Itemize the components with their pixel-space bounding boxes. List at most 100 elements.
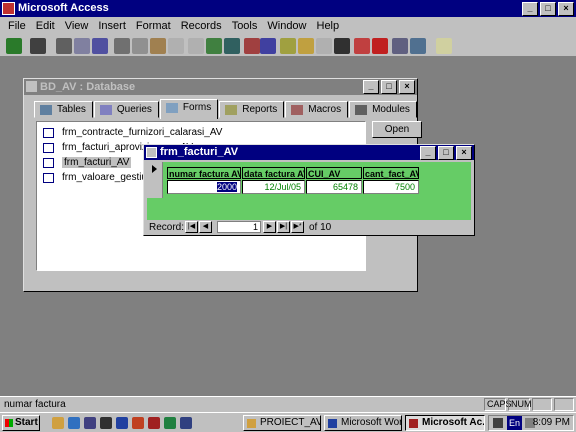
apply-filter-icon[interactable] xyxy=(316,38,332,54)
menu-records[interactable]: Records xyxy=(181,20,222,32)
tab-label: Reports xyxy=(242,104,278,115)
help-icon[interactable] xyxy=(436,38,452,54)
record-selector[interactable] xyxy=(147,162,163,198)
format-painter-icon[interactable] xyxy=(168,38,184,54)
properties-icon[interactable] xyxy=(392,38,408,54)
menu-bar: File Edit View Insert Format Records Too… xyxy=(0,17,576,35)
outlook-icon[interactable] xyxy=(84,417,96,429)
tab-reports[interactable]: Reports xyxy=(219,101,285,118)
data-factura-field[interactable]: 12/Jul/05 xyxy=(242,180,305,194)
close-button[interactable]: × xyxy=(558,2,574,16)
record-navigator: Record: |◀ ◀ 1 ▶ ▶| ▶* of 10 xyxy=(147,221,471,234)
explorer-icon[interactable] xyxy=(52,417,64,429)
language-indicator[interactable]: En xyxy=(507,416,523,430)
internet-explorer-icon[interactable] xyxy=(68,417,80,429)
numar-factura-field[interactable]: 2000 xyxy=(167,180,241,194)
print-icon[interactable] xyxy=(56,38,72,54)
tab-forms[interactable]: Forms xyxy=(159,99,219,119)
tab-tables[interactable]: Tables xyxy=(34,101,93,118)
cut-icon[interactable] xyxy=(114,38,130,54)
filter-by-selection-icon[interactable] xyxy=(280,38,296,54)
clock[interactable]: 8:09 PM xyxy=(533,416,570,430)
database-window-titlebar[interactable]: BD_AV : Database _ □ × xyxy=(24,79,417,95)
form-icon xyxy=(43,158,54,168)
db-minimize-button[interactable]: _ xyxy=(363,80,379,94)
db-maximize-button[interactable]: □ xyxy=(381,80,397,94)
maximize-button[interactable]: □ xyxy=(540,2,556,16)
minimize-button[interactable]: _ xyxy=(522,2,538,16)
task-word[interactable]: Microsoft Word ... xyxy=(324,415,402,431)
insert-hyperlink-icon[interactable] xyxy=(224,38,240,54)
tab-modules[interactable]: Modules xyxy=(349,101,417,118)
status-panel xyxy=(554,398,574,411)
database-window-title: BD_AV : Database xyxy=(40,81,136,93)
app-titlebar: Microsoft Access _ □ × xyxy=(0,0,576,17)
netmeeting-icon[interactable] xyxy=(180,417,192,429)
form-close-button[interactable]: × xyxy=(456,146,472,160)
delete-record-icon[interactable] xyxy=(372,38,388,54)
menu-help[interactable]: Help xyxy=(317,20,340,32)
task-label: Microsoft Ac... xyxy=(422,417,485,428)
new-record-icon[interactable] xyxy=(354,38,370,54)
task-proiect-av[interactable]: PROIECT_AV xyxy=(243,415,321,431)
table-icon xyxy=(40,105,52,115)
print-preview-icon[interactable] xyxy=(74,38,90,54)
menu-file[interactable]: File xyxy=(8,20,26,32)
spelling-icon[interactable] xyxy=(92,38,108,54)
sort-descending-icon[interactable] xyxy=(260,38,276,54)
undo-icon[interactable] xyxy=(188,38,204,54)
menu-edit[interactable]: Edit xyxy=(36,20,55,32)
copy-icon[interactable] xyxy=(132,38,148,54)
word-icon[interactable] xyxy=(116,417,128,429)
menu-tools[interactable]: Tools xyxy=(232,20,258,32)
next-record-button[interactable]: ▶ xyxy=(263,221,276,233)
tab-macros[interactable]: Macros xyxy=(285,101,349,118)
excel-icon[interactable] xyxy=(164,417,176,429)
menu-view[interactable]: View xyxy=(65,20,89,32)
open-button[interactable]: Open xyxy=(372,121,422,138)
new-record-nav-button[interactable]: ▶* xyxy=(291,221,304,233)
cant-fact-field[interactable]: 7500 xyxy=(363,180,419,194)
cell-value: 2000 xyxy=(216,182,237,192)
form-icon xyxy=(146,147,157,158)
tab-queries[interactable]: Queries xyxy=(93,101,159,118)
module-icon xyxy=(355,105,368,115)
form-window: frm_facturi_AV _ □ × numar factura AV da… xyxy=(143,144,475,236)
start-button[interactable]: Start xyxy=(2,415,40,431)
num-indicator: NUM xyxy=(508,398,532,411)
system-tray: En 8:09 PM xyxy=(488,415,574,431)
desktop-icon[interactable] xyxy=(100,417,112,429)
find-icon[interactable] xyxy=(334,38,350,54)
menu-insert[interactable]: Insert xyxy=(98,20,126,32)
task-access[interactable]: Microsoft Ac... xyxy=(405,415,485,431)
web-icon[interactable] xyxy=(206,38,222,54)
menu-window[interactable]: Window xyxy=(267,20,306,32)
status-text: numar factura xyxy=(4,399,66,410)
menu-format[interactable]: Format xyxy=(136,20,171,32)
last-record-button[interactable]: ▶| xyxy=(277,221,290,233)
record-number-input[interactable]: 1 xyxy=(217,221,261,233)
caps-indicator: CAPS xyxy=(484,398,512,411)
powerpoint-icon[interactable] xyxy=(132,417,144,429)
access-icon[interactable] xyxy=(148,417,160,429)
save-icon[interactable] xyxy=(30,38,46,54)
list-item-selected[interactable]: frm_facturi_AV xyxy=(41,156,132,170)
form-maximize-button[interactable]: □ xyxy=(438,146,454,160)
paste-icon[interactable] xyxy=(150,38,166,54)
volume-icon[interactable] xyxy=(493,418,503,428)
previous-record-button[interactable]: ◀ xyxy=(199,221,212,233)
form-window-titlebar[interactable]: frm_facturi_AV _ □ × xyxy=(144,145,474,160)
form-minimize-button[interactable]: _ xyxy=(420,146,436,160)
form-icon xyxy=(165,103,178,113)
list-item[interactable]: frm_contracte_furnizori_calarasi_AV xyxy=(41,126,222,140)
first-record-button[interactable]: |◀ xyxy=(185,221,198,233)
query-icon xyxy=(99,105,112,115)
new-object-icon[interactable] xyxy=(410,38,426,54)
filter-by-form-icon[interactable] xyxy=(298,38,314,54)
db-close-button[interactable]: × xyxy=(399,80,415,94)
sort-ascending-icon[interactable] xyxy=(244,38,260,54)
cui-field[interactable]: 65478 xyxy=(306,180,362,194)
view-icon[interactable] xyxy=(6,38,22,54)
database-icon xyxy=(26,81,37,92)
status-panel xyxy=(532,398,552,411)
